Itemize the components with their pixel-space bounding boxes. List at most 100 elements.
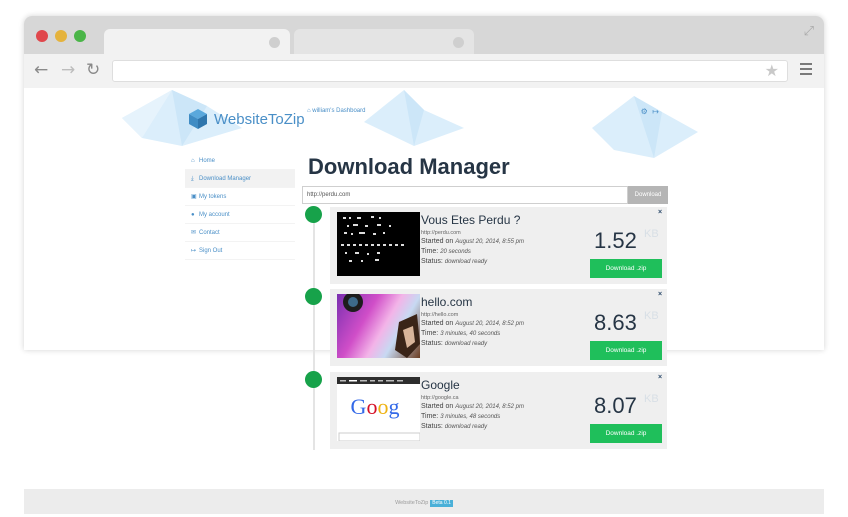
tab-close-icon[interactable] [269, 37, 280, 48]
status-label: Status: [421, 258, 443, 265]
close-icon[interactable]: × [658, 209, 662, 216]
maximize-window-button[interactable] [74, 30, 86, 42]
url-input[interactable]: http://perdu.com [302, 186, 628, 204]
sidebar-item-my-account[interactable]: ● My account [185, 206, 295, 224]
timeline-bullet [305, 371, 322, 388]
back-arrow-icon[interactable]: ← [34, 60, 48, 80]
settings-gear-icon[interactable]: ⚙ [641, 107, 648, 116]
user-icon: ● [191, 212, 195, 218]
status-value: download ready [444, 259, 488, 265]
sidebar-nav: ⌂ Home ⤓ Download Manager ▣ My tokens ● My a… [185, 152, 295, 260]
download-form: http://perdu.com Download [302, 186, 668, 204]
download-zip-button[interactable]: Download .zip [590, 341, 662, 360]
status-value: download ready [444, 424, 488, 430]
status-value: download ready [444, 341, 488, 347]
file-size-unit: KB [644, 228, 659, 240]
close-window-button[interactable] [36, 30, 48, 42]
timeline-line [313, 214, 315, 450]
sidebar-item-label: My tokens [199, 194, 227, 200]
browser-tab-active[interactable] [104, 29, 290, 55]
sidebar-item-my-tokens[interactable]: ▣ My tokens [185, 188, 295, 206]
started-label: Started on [421, 238, 454, 245]
cube-logo-icon [189, 109, 207, 129]
download-zip-button[interactable]: Download .zip [590, 259, 662, 278]
download-icon: ⤓ [191, 176, 194, 182]
started-row: Started on August 20, 2014, 8:52 pm [421, 320, 524, 327]
brand-logo[interactable]: WebsiteToZip [188, 108, 305, 130]
browser-menu-icon[interactable] [800, 63, 812, 75]
decorative-polygon-center [364, 90, 464, 146]
browser-tab-inactive[interactable] [294, 29, 474, 55]
sidebar-item-home[interactable]: ⌂ Home [185, 152, 295, 170]
expand-icon[interactable]: ⤢ [804, 24, 814, 39]
time-row: Time: 3 minutes, 40 seconds [421, 330, 500, 337]
started-value: August 20, 2014, 8:52 pm [455, 404, 524, 410]
time-value: 3 minutes, 48 seconds [440, 414, 501, 420]
started-value: August 20, 2014, 8:52 pm [455, 321, 524, 327]
time-value: 20 seconds [440, 249, 471, 255]
time-value: 3 minutes, 40 seconds [440, 331, 501, 337]
download-zip-button[interactable]: Download .zip [590, 424, 662, 443]
page-footer: WebsiteToZip Beta 0.1 [24, 489, 824, 514]
status-row: Status: download ready [421, 258, 487, 265]
time-label: Time: [421, 413, 439, 420]
close-icon[interactable]: × [658, 291, 662, 298]
time-label: Time: [421, 248, 439, 255]
address-bar[interactable]: ★ [112, 60, 788, 82]
svg-text:Goog: Goog [351, 394, 400, 419]
download-card: Vous Etes Perdu ? http://perdu.com Start… [330, 207, 667, 284]
time-label: Time: [421, 330, 439, 337]
site-thumbnail [337, 212, 420, 276]
sidebar-item-label: Contact [199, 230, 220, 236]
file-size-unit: KB [644, 310, 659, 322]
tab-close-icon[interactable] [453, 37, 464, 48]
sidebar-item-download-manager[interactable]: ⤓ Download Manager [185, 170, 295, 188]
site-name: hello.com [421, 295, 473, 309]
status-label: Status: [421, 423, 443, 430]
site-url[interactable]: http://perdu.com [421, 230, 461, 236]
reload-icon[interactable]: ↻ [86, 60, 100, 80]
brand-name: WebsiteToZip [214, 110, 305, 128]
download-card: hello.com http://hello.com Started on Au… [330, 289, 667, 366]
site-name: Google [421, 378, 460, 392]
sidebar-item-label: Home [199, 158, 216, 164]
timeline-bullet [305, 206, 322, 223]
close-icon[interactable]: × [658, 374, 662, 381]
status-row: Status: download ready [421, 340, 487, 347]
sidebar-item-sign-out[interactable]: ↦ Sign Out [185, 242, 295, 260]
started-label: Started on [421, 320, 454, 327]
browser-toolbar: ← → ↻ ★ [24, 54, 824, 88]
timeline-bullet [305, 288, 322, 305]
mail-icon: ✉ [191, 230, 197, 236]
top-bar: ⌂ william's Dashboard ⚙ ↦ [307, 107, 667, 116]
file-size: 8.07 [594, 393, 637, 418]
forward-arrow-icon[interactable]: → [61, 60, 75, 80]
status-label: Status: [421, 340, 443, 347]
site-url[interactable]: http://hello.com [421, 312, 458, 318]
file-size-unit: KB [644, 393, 659, 405]
bookmark-star-icon[interactable]: ★ [765, 61, 779, 81]
sidebar-item-label: My account [199, 212, 230, 218]
logout-icon[interactable]: ↦ [652, 107, 659, 116]
status-row: Status: download ready [421, 423, 487, 430]
footer-brand: WebsiteToZip [395, 500, 429, 506]
sidebar-item-label: Sign Out [199, 248, 223, 254]
started-row: Started on August 20, 2014, 8:52 pm [421, 403, 524, 410]
sidebar-item-contact[interactable]: ✉ Contact [185, 224, 295, 242]
site-thumbnail: Goog [337, 377, 420, 441]
version-badge: Beta 0.1 [430, 500, 453, 507]
home-icon: ⌂ [307, 108, 311, 114]
site-url[interactable]: http://google.ca [421, 395, 459, 401]
time-row: Time: 20 seconds [421, 248, 471, 255]
started-value: August 20, 2014, 8:55 pm [455, 239, 524, 245]
started-row: Started on August 20, 2014, 8:55 pm [421, 238, 524, 245]
site-thumbnail [337, 294, 420, 358]
home-icon: ⌂ [191, 158, 195, 164]
decorative-polygon-right [592, 96, 698, 158]
file-size: 1.52 [594, 228, 637, 253]
dashboard-link[interactable]: william's Dashboard [312, 108, 365, 114]
minimize-window-button[interactable] [55, 30, 67, 42]
sign-out-icon: ↦ [191, 248, 197, 254]
download-card: Goog Google http://google.ca Started on … [330, 372, 667, 449]
download-button[interactable]: Download [628, 186, 668, 204]
